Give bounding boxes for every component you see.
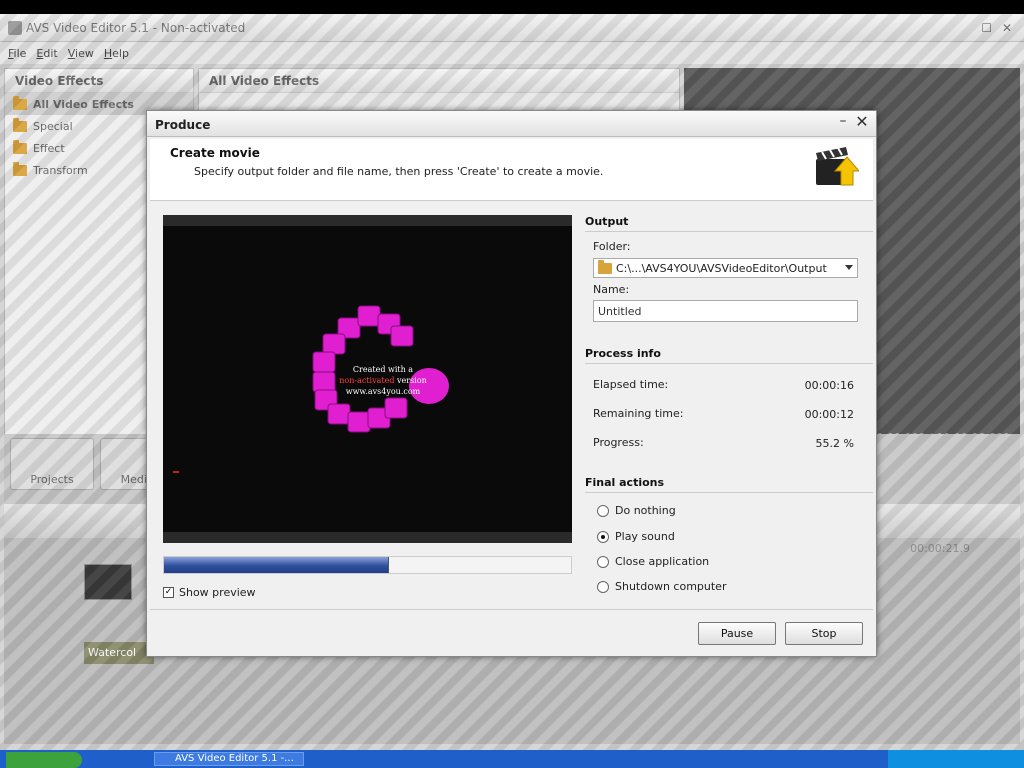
radio-close-application[interactable]: Close application	[597, 555, 709, 568]
folder-label: Folder:	[593, 240, 631, 253]
radio-icon[interactable]	[597, 530, 609, 543]
radio-icon[interactable]	[597, 504, 609, 517]
name-field[interactable]	[593, 300, 858, 322]
remaining-value: 00:00:12	[804, 408, 854, 421]
video-effects-header: Video Effects	[5, 69, 193, 93]
shape-block	[357, 305, 381, 327]
folder-icon	[13, 117, 27, 132]
shape-block	[384, 397, 408, 419]
elapsed-label: Elapsed time:	[593, 378, 669, 391]
menu-help[interactable]: Help	[104, 47, 129, 60]
radio-play-sound[interactable]: Play sound	[597, 530, 675, 543]
dialog-header: Create movie Specify output folder and f…	[150, 139, 873, 201]
folder-icon	[13, 139, 27, 154]
menu-edit[interactable]: Edit	[36, 47, 57, 60]
radio-icon[interactable]	[597, 555, 609, 568]
minimize-icon[interactable]: –	[836, 114, 850, 129]
render-progress-fill	[164, 557, 389, 573]
all-effects-header: All Video Effects	[199, 69, 679, 93]
remaining-label: Remaining time:	[593, 407, 684, 420]
show-preview-checkbox[interactable]: ✓ Show preview	[163, 586, 256, 599]
preview-red-mark	[173, 471, 179, 473]
folder-icon	[13, 95, 27, 110]
name-label: Name:	[593, 283, 630, 296]
maximize-icon[interactable]: ☐	[981, 21, 992, 35]
elapsed-value: 00:00:16	[804, 379, 854, 392]
menu-file[interactable]: File	[8, 47, 26, 60]
radio-do-nothing[interactable]: Do nothing	[597, 504, 676, 517]
timeline-effect-clip[interactable]: Watercol	[84, 642, 154, 664]
dialog-subheading: Specify output folder and file name, the…	[194, 165, 604, 178]
shape-block	[390, 325, 414, 347]
dialog-footer-divider	[150, 609, 873, 610]
app-icon	[8, 21, 22, 35]
system-tray	[888, 750, 1024, 768]
render-progress-bar	[163, 556, 572, 574]
radio-shutdown-computer[interactable]: Shutdown computer	[597, 580, 726, 593]
dialog-title-bar: Produce – ✕	[147, 111, 876, 137]
stop-button[interactable]: Stop	[785, 622, 863, 645]
app-title-bar: AVS Video Editor 5.1 - Non-activated ☐ ✕	[0, 14, 1024, 42]
menu-view[interactable]: View	[68, 47, 94, 60]
chevron-down-icon[interactable]	[845, 265, 853, 270]
close-icon[interactable]: ✕	[1002, 21, 1012, 35]
folder-icon	[598, 259, 612, 274]
final-actions-section-title: Final actions	[585, 476, 873, 493]
checkbox-icon[interactable]: ✓	[163, 587, 174, 598]
timeline-time: 00:00:21.9	[910, 542, 970, 555]
movie-preview: Created with a non-activated version www…	[163, 215, 572, 543]
dialog-title: Produce	[155, 118, 211, 132]
close-icon[interactable]: ✕	[854, 114, 870, 131]
pause-button[interactable]: Pause	[698, 622, 776, 645]
app-title: AVS Video Editor 5.1 - Non-activated	[26, 21, 246, 35]
folder-select[interactable]: C:\...\AVS4YOU\AVSVideoEditor\Output	[593, 258, 858, 278]
dialog-heading: Create movie	[170, 146, 260, 160]
process-info-section-title: Process info	[585, 347, 873, 364]
radio-icon[interactable]	[597, 580, 609, 593]
clapperboard-icon	[816, 147, 859, 186]
start-button[interactable]	[6, 752, 82, 768]
progress-value: 55.2 %	[815, 437, 854, 450]
progress-label: Progress:	[593, 436, 644, 449]
shape-block	[347, 411, 371, 433]
output-section-title: Output	[585, 215, 873, 232]
projects-button[interactable]: Projects	[10, 438, 94, 490]
shape-block	[327, 403, 351, 425]
produce-dialog: Produce – ✕ Create movie Specify output …	[146, 110, 877, 657]
taskbar: AVS Video Editor 5.1 -...	[0, 750, 1024, 768]
taskbar-item-avs[interactable]: AVS Video Editor 5.1 -...	[154, 752, 304, 766]
watermark-text: Created with a non-activated version www…	[339, 365, 427, 396]
folder-icon	[13, 161, 27, 176]
timeline-video-clip[interactable]	[84, 564, 132, 600]
shape-block	[322, 333, 346, 355]
folder-value: C:\...\AVS4YOU\AVSVideoEditor\Output	[616, 261, 827, 275]
menu-bar: File Edit View Help	[0, 42, 1024, 64]
